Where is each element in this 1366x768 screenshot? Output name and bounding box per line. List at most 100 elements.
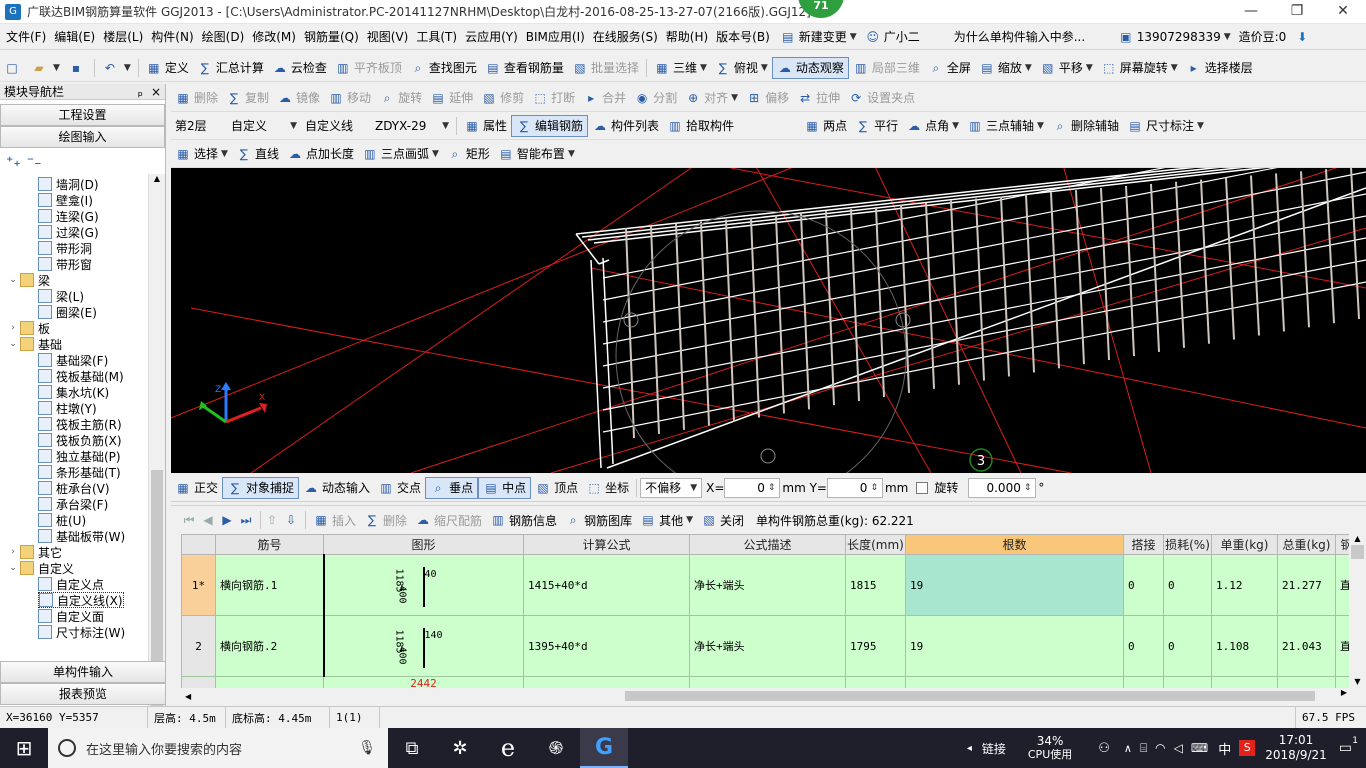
table-cell-shape[interactable]: 1185 400 140 bbox=[322, 615, 524, 677]
table-cell-desc[interactable]: 净长+端头 bbox=[689, 615, 846, 677]
offset-select[interactable]: 不偏移 ▼ bbox=[640, 477, 703, 498]
toolbar-button[interactable]: ▥ 移动 bbox=[324, 87, 375, 109]
column-header[interactable] bbox=[181, 534, 216, 555]
menu-item[interactable]: 构件(N) bbox=[147, 28, 197, 45]
toolbar-button[interactable]: ▦ 删除 bbox=[171, 87, 222, 109]
y-input[interactable]: 0 ⇕ bbox=[826, 477, 883, 498]
scroll-down-icon[interactable]: ▼ bbox=[1349, 677, 1366, 686]
first-record-icon[interactable]: ⏮ bbox=[181, 512, 197, 528]
menu-item[interactable]: 绘图(D) bbox=[198, 28, 249, 45]
close-button[interactable]: ✕ bbox=[1320, 0, 1366, 24]
column-header[interactable]: 损耗(%) bbox=[1163, 534, 1212, 555]
last-record-icon[interactable]: ⏭ bbox=[238, 512, 254, 528]
table-cell-idx[interactable]: 2 bbox=[181, 615, 216, 677]
tree-folder[interactable]: › 其它 bbox=[8, 544, 62, 560]
tree-item[interactable]: 连梁(G) bbox=[38, 208, 99, 224]
tree-item[interactable]: 自定义线(X) bbox=[38, 592, 124, 608]
prev-record-icon[interactable]: ◀ bbox=[200, 512, 216, 528]
clock[interactable]: 17:01 2018/9/21 bbox=[1265, 733, 1327, 763]
orbit-handle-left[interactable] bbox=[623, 312, 639, 328]
engineering-settings-button[interactable]: 工程设置 bbox=[0, 104, 165, 126]
collapse-all-icon[interactable]: ⁻₋ bbox=[27, 154, 42, 170]
toolbar-button[interactable]: ▦ 三维 ▼ bbox=[650, 57, 711, 79]
table-cell-total[interactable]: 21.043 bbox=[1277, 615, 1336, 677]
table-cell-partial[interactable] bbox=[689, 676, 846, 688]
cpu-meter[interactable]: 34% CPU使用 bbox=[1028, 734, 1072, 762]
tree-item[interactable]: 桩承台(V) bbox=[38, 480, 110, 496]
table-cell-type[interactable]: 直筋 bbox=[1335, 554, 1349, 616]
tree-item[interactable]: 自定义面 bbox=[38, 608, 104, 624]
new-file-button[interactable]: □ bbox=[0, 57, 27, 79]
table-cell-partial[interactable]: 2442 bbox=[323, 676, 524, 688]
question-link[interactable]: 为什么单构件输入中参... bbox=[950, 26, 1100, 48]
scroll-up-icon[interactable]: ▲ bbox=[149, 174, 165, 188]
menu-item[interactable]: BIM应用(I) bbox=[522, 28, 589, 45]
drawing-input-button[interactable]: 绘图输入 bbox=[0, 126, 165, 148]
scroll-up-icon[interactable]: ▲ bbox=[1349, 534, 1366, 543]
tree-folder[interactable]: ⌄ 梁 bbox=[8, 272, 50, 288]
toolbar-button[interactable]: ∑ 复制 bbox=[222, 87, 273, 109]
tree-item[interactable]: 带形窗 bbox=[38, 256, 92, 272]
tree-item[interactable]: 梁(L) bbox=[38, 288, 84, 304]
tree-folder[interactable]: › 板 bbox=[8, 320, 50, 336]
toolbar-button[interactable]: ☁ 云检查 bbox=[268, 57, 331, 79]
column-header[interactable]: 图形 bbox=[323, 534, 524, 555]
toolbar-button[interactable]: ☁ 镜像 bbox=[273, 87, 324, 109]
toolbar-button[interactable]: ▥ 钢筋信息 bbox=[486, 509, 561, 531]
tree-item[interactable]: 基础板带(W) bbox=[38, 528, 125, 544]
toolbar-button[interactable]: ⌕ 查找图元 bbox=[406, 57, 481, 79]
table-cell-lap[interactable]: 0 bbox=[1123, 554, 1164, 616]
toolbar-button[interactable]: ▥ 局部三维 bbox=[849, 57, 924, 79]
toolbar-button[interactable]: ▦ 插入 bbox=[309, 509, 360, 531]
toolbar-button[interactable]: ⬚ 打断 bbox=[528, 87, 579, 109]
toolbar-button[interactable]: ⊞ 偏移 bbox=[742, 87, 793, 109]
fan-app-button[interactable]: ✲ bbox=[436, 728, 484, 768]
table-cell-formula[interactable]: 1415+40*d bbox=[523, 554, 690, 616]
chevron-down-icon[interactable]: ⌄ bbox=[8, 563, 18, 573]
table-cell-partial[interactable] bbox=[181, 676, 216, 688]
table-row[interactable]: 1* 横向钢筋.1 1185 400 40 1415+40*d 净长+端头 1815 19 0 0 1… bbox=[181, 554, 1349, 616]
sogou-ime-icon[interactable]: S bbox=[1239, 740, 1256, 756]
toolbar-button[interactable]: ⌕ 删除辅轴 bbox=[1048, 115, 1123, 137]
table-cell-shape[interactable]: 1185 400 40 bbox=[322, 554, 524, 616]
table-cell-count[interactable]: 19 bbox=[905, 615, 1124, 677]
toolbar-button[interactable]: ▤ 其他 ▼ bbox=[636, 509, 697, 531]
toolbar-button[interactable]: ∑ 直线 bbox=[232, 143, 283, 165]
toolbar-button[interactable]: ▤ 延伸 bbox=[426, 87, 477, 109]
table-cell-unit[interactable]: 1.12 bbox=[1211, 554, 1278, 616]
column-header[interactable]: 根数 bbox=[905, 534, 1124, 555]
category-select[interactable]: 自定义 ▼ bbox=[227, 116, 301, 136]
type-select[interactable]: 自定义线 bbox=[301, 116, 371, 136]
component-select[interactable]: ZDYX-29 ▼ bbox=[371, 116, 453, 136]
table-cell-type[interactable]: 直筋 bbox=[1335, 615, 1349, 677]
toolbar-button[interactable]: ▤ 查看钢筋量 bbox=[481, 57, 568, 79]
menu-item[interactable]: 在线服务(S) bbox=[589, 28, 662, 45]
menu-item[interactable]: 楼层(L) bbox=[99, 28, 147, 45]
toolbar-button[interactable]: ▦ 属性 bbox=[460, 115, 511, 137]
browser-app-button[interactable]: ֍ bbox=[532, 728, 580, 768]
menu-item[interactable]: 帮助(H) bbox=[662, 28, 712, 45]
tray-chevron-icon[interactable]: ∧ bbox=[1124, 742, 1132, 755]
toolbar-button[interactable]: ∑ 平行 bbox=[851, 115, 902, 137]
keyboard-icon[interactable]: ⌨ bbox=[1191, 741, 1208, 755]
table-cell-loss[interactable]: 0 bbox=[1163, 615, 1212, 677]
column-header[interactable]: 钢筋归 bbox=[1335, 534, 1349, 555]
orbit-handle-bottom[interactable] bbox=[760, 448, 776, 464]
toolbar-button[interactable]: ⟳ 设置夹点 bbox=[844, 87, 919, 109]
edge-button[interactable]: e bbox=[484, 728, 532, 768]
tree-item[interactable]: 壁龛(I) bbox=[38, 192, 93, 208]
toolbar-button[interactable]: ∑ 俯视 ▼ bbox=[711, 57, 772, 79]
toolbar-button[interactable]: ▥ 平齐板顶 bbox=[331, 57, 406, 79]
column-header[interactable]: 公式描述 bbox=[689, 534, 846, 555]
toolbar-button[interactable]: ⌕ 矩形 bbox=[443, 143, 494, 165]
toolbar-button[interactable]: ⬚ 屏幕旋转 ▼ bbox=[1097, 57, 1182, 79]
toolbar-button[interactable]: ∑ 删除 bbox=[360, 509, 411, 531]
xiaoer-button[interactable]: ☺ 广小二 bbox=[861, 26, 924, 48]
task-view-button[interactable]: ⧉ bbox=[388, 728, 436, 768]
table-cell-idx[interactable]: 1* bbox=[181, 554, 216, 616]
volume-icon[interactable]: ◁ bbox=[1174, 741, 1183, 755]
chevron-right-icon[interactable]: › bbox=[8, 547, 18, 557]
toolbar-button[interactable]: ⌕ 全屏 bbox=[924, 57, 975, 79]
chevron-down-icon[interactable]: ⌄ bbox=[8, 275, 18, 285]
menu-item[interactable]: 钢筋量(Q) bbox=[300, 28, 363, 45]
